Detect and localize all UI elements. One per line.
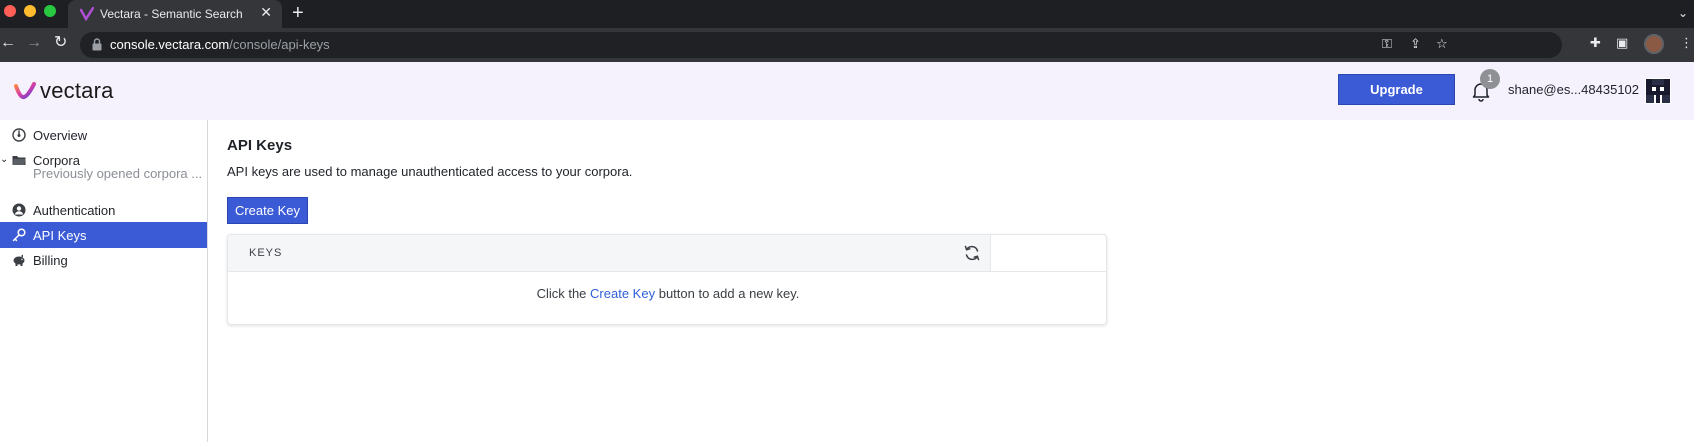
chevron-down-icon[interactable]: ⌄ bbox=[0, 154, 8, 165]
sidebar-item-label: API Keys bbox=[33, 228, 87, 243]
vectara-favicon-icon bbox=[80, 7, 94, 21]
piggy-bank-icon bbox=[13, 254, 25, 266]
sidebar-item-label: Overview bbox=[33, 128, 88, 143]
browser-profile-avatar[interactable] bbox=[1644, 34, 1664, 54]
sidebar-item-authentication[interactable]: Authentication bbox=[0, 197, 207, 223]
vectara-logo-mark-icon bbox=[14, 82, 36, 100]
extensions-puzzle-icon[interactable]: ✚ bbox=[1590, 36, 1601, 49]
window-close-button[interactable] bbox=[4, 5, 16, 17]
logo-text: vectara bbox=[40, 78, 114, 103]
empty-state-message: Click the Create Key button to add a new… bbox=[228, 286, 1108, 301]
empty-state-prefix: Click the bbox=[536, 286, 587, 301]
sidebar-item-billing[interactable]: Billing bbox=[0, 247, 207, 273]
back-arrow-icon[interactable]: ← bbox=[0, 35, 16, 51]
sidebar-item-label: Authentication bbox=[33, 203, 116, 218]
refresh-icon[interactable] bbox=[963, 244, 981, 262]
tab-close-icon[interactable]: ✕ bbox=[260, 5, 272, 19]
tab-search-chevron-icon[interactable]: ⌄ bbox=[1678, 6, 1688, 20]
url-host: console.vectara.com bbox=[110, 37, 230, 52]
user-email[interactable]: shane@es...48435102 bbox=[1508, 82, 1639, 97]
keys-table: KEYS Click the Create Key button to add … bbox=[227, 234, 1107, 325]
notification-count-badge: 1 bbox=[1480, 69, 1500, 89]
lock-icon bbox=[92, 38, 102, 51]
user-circle-icon bbox=[12, 203, 26, 217]
forward-arrow-icon[interactable]: → bbox=[26, 35, 42, 51]
reload-icon[interactable]: ↻ bbox=[54, 35, 67, 51]
url-text: console.vectara.com/console/api-keys bbox=[110, 37, 330, 52]
upgrade-button[interactable]: Upgrade bbox=[1338, 74, 1455, 105]
sidebar-item-overview[interactable]: Overview bbox=[0, 122, 207, 148]
empty-state-suffix: button to add a new key. bbox=[658, 286, 800, 301]
password-key-icon[interactable]: ⚿ bbox=[1382, 37, 1392, 50]
sidebar-item-label: Billing bbox=[33, 253, 68, 268]
address-bar[interactable]: console.vectara.com/console/api-keys ⚿ ⇪… bbox=[80, 32, 1562, 58]
keys-column-header: KEYS bbox=[249, 247, 283, 259]
keys-table-header-spacer bbox=[990, 235, 1107, 272]
new-tab-button[interactable]: + bbox=[292, 3, 304, 23]
sidebar-item-api-keys[interactable]: API Keys bbox=[0, 222, 207, 248]
sidebar: Overview ⌄ Corpora Previously opened cor… bbox=[0, 120, 208, 442]
keys-table-header: KEYS bbox=[228, 235, 990, 272]
page-title: API Keys bbox=[227, 137, 293, 154]
folder-icon bbox=[12, 156, 26, 165]
url-path: /console/api-keys bbox=[229, 37, 330, 52]
previously-opened-corpora[interactable]: Previously opened corpora ... bbox=[33, 166, 202, 181]
browser-menu-icon[interactable]: ⋮ bbox=[1680, 36, 1693, 49]
window-maximize-button[interactable] bbox=[44, 5, 56, 17]
bookmark-star-icon[interactable]: ☆ bbox=[1436, 37, 1448, 50]
key-icon bbox=[12, 228, 26, 242]
window-minimize-button[interactable] bbox=[24, 5, 36, 17]
tab-title: Vectara - Semantic Search bbox=[100, 7, 243, 21]
overview-icon bbox=[12, 128, 26, 142]
side-panel-icon[interactable]: ▣ bbox=[1616, 36, 1628, 49]
browser-toolbar: ← → ↻ console.vectara.com/console/api-ke… bbox=[0, 28, 1694, 62]
user-avatar[interactable] bbox=[1645, 78, 1671, 104]
app-header: vectara Upgrade 1 shane@es...48435102 bbox=[0, 62, 1694, 120]
create-key-button[interactable]: Create Key bbox=[227, 197, 308, 224]
browser-tab-strip: Vectara - Semantic Search ✕ + ⌄ bbox=[0, 0, 1694, 28]
page-description: API keys are used to manage unauthentica… bbox=[227, 164, 633, 179]
browser-tab[interactable]: Vectara - Semantic Search ✕ bbox=[68, 0, 282, 28]
vectara-logo[interactable]: vectara bbox=[14, 78, 114, 104]
create-key-link[interactable]: Create Key bbox=[590, 286, 655, 301]
share-icon[interactable]: ⇪ bbox=[1410, 37, 1421, 50]
